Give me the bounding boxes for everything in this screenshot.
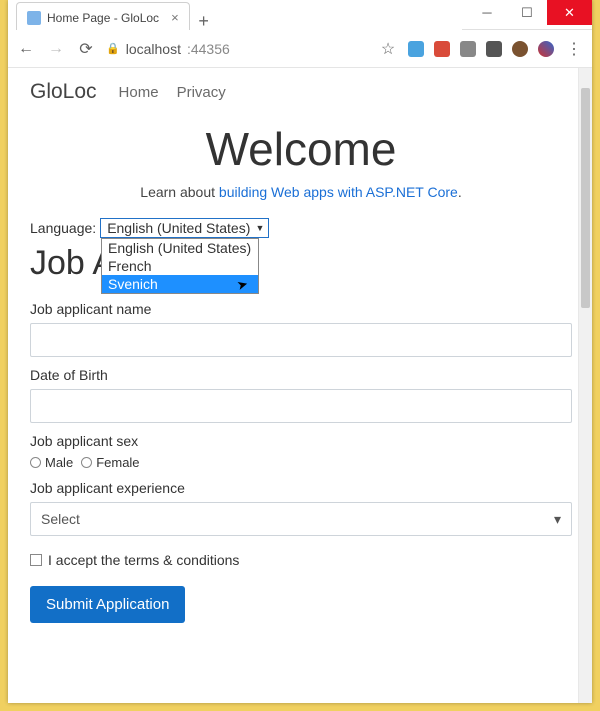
scrollbar[interactable]: [578, 68, 592, 703]
brand[interactable]: GloLoc: [30, 80, 97, 104]
browser-tab[interactable]: Home Page - GloLoc ×: [16, 2, 190, 32]
language-label: Language:: [30, 220, 96, 236]
chevron-down-icon: ▾: [554, 511, 561, 528]
radio-male[interactable]: [30, 457, 41, 468]
close-window-button[interactable]: ✕: [547, 0, 592, 25]
forward-button[interactable]: →: [46, 40, 66, 58]
browser-window: Home Page - GloLoc × + ─ ☐ ✕ ← → ⟳ 🔒 loc…: [8, 0, 592, 703]
hero-link[interactable]: building Web apps with ASP.NET Core: [219, 184, 458, 200]
terms-label: I accept the terms & conditions: [48, 552, 239, 568]
extension-icons: ⋮: [408, 39, 584, 59]
menu-icon[interactable]: ⋮: [564, 39, 584, 59]
dob-label: Date of Birth: [30, 367, 572, 383]
nav-link-home[interactable]: Home: [119, 84, 159, 101]
new-tab-button[interactable]: +: [190, 11, 218, 32]
language-dropdown: English (United States) French Svenich ➤: [101, 238, 259, 294]
dob-input[interactable]: [30, 389, 572, 423]
ext-icon-1[interactable]: [408, 41, 424, 57]
name-input[interactable]: [30, 323, 572, 357]
ext-icon-5[interactable]: [512, 41, 528, 57]
page-content: GloLoc Home Privacy Welcome Learn about …: [8, 68, 592, 643]
page-viewport: GloLoc Home Privacy Welcome Learn about …: [8, 68, 592, 703]
address-bar: ← → ⟳ 🔒 localhost :44356 ☆ ⋮: [8, 30, 592, 68]
profile-avatar[interactable]: [538, 41, 554, 57]
radio-male-label: Male: [45, 455, 73, 470]
ext-icon-2[interactable]: [434, 41, 450, 57]
hero-title: Welcome: [30, 122, 572, 176]
tab-title: Home Page - GloLoc: [47, 11, 159, 25]
radio-female[interactable]: [81, 457, 92, 468]
lock-icon: 🔒: [106, 42, 120, 55]
language-row: Language: English (United States) Englis…: [30, 218, 572, 238]
terms-checkbox[interactable]: [30, 554, 42, 566]
maximize-button[interactable]: ☐: [507, 0, 547, 25]
minimize-button[interactable]: ─: [467, 0, 507, 25]
language-option-es[interactable]: Svenich ➤: [102, 275, 258, 293]
experience-select[interactable]: Select ▾: [30, 502, 572, 536]
site-navbar: GloLoc Home Privacy: [30, 80, 572, 104]
ext-icon-4[interactable]: [486, 41, 502, 57]
tab-strip: Home Page - GloLoc × +: [8, 0, 462, 32]
back-button[interactable]: ←: [16, 40, 36, 58]
experience-selected: Select: [41, 511, 80, 527]
name-label: Job applicant name: [30, 301, 572, 317]
hero-sub-prefix: Learn about: [140, 184, 219, 200]
sex-label: Job applicant sex: [30, 433, 572, 449]
star-icon[interactable]: ☆: [378, 39, 398, 59]
hero-sub-suffix: .: [458, 184, 462, 200]
language-option-fr[interactable]: French: [102, 257, 258, 275]
ext-icon-3[interactable]: [460, 41, 476, 57]
url-port: :44356: [187, 41, 230, 57]
language-option-en[interactable]: English (United States): [102, 239, 258, 257]
language-selected: English (United States): [107, 220, 250, 236]
scrollbar-thumb[interactable]: [581, 88, 590, 308]
submit-button[interactable]: Submit Application: [30, 586, 185, 623]
reload-button[interactable]: ⟳: [76, 39, 96, 59]
sex-radio-group: Male Female: [30, 455, 572, 470]
nav-link-privacy[interactable]: Privacy: [177, 84, 226, 101]
close-tab-icon[interactable]: ×: [171, 10, 179, 25]
favicon: [27, 11, 41, 25]
radio-female-label: Female: [96, 455, 139, 470]
terms-row: I accept the terms & conditions: [30, 552, 572, 568]
url-host: localhost: [126, 41, 181, 57]
cursor-icon: ➤: [235, 276, 250, 294]
url-field[interactable]: 🔒 localhost :44356: [106, 41, 368, 57]
language-option-es-label: Svenich: [108, 276, 158, 292]
hero-subtitle: Learn about building Web apps with ASP.N…: [30, 184, 572, 200]
language-select[interactable]: English (United States): [100, 218, 269, 238]
experience-label: Job applicant experience: [30, 480, 572, 496]
